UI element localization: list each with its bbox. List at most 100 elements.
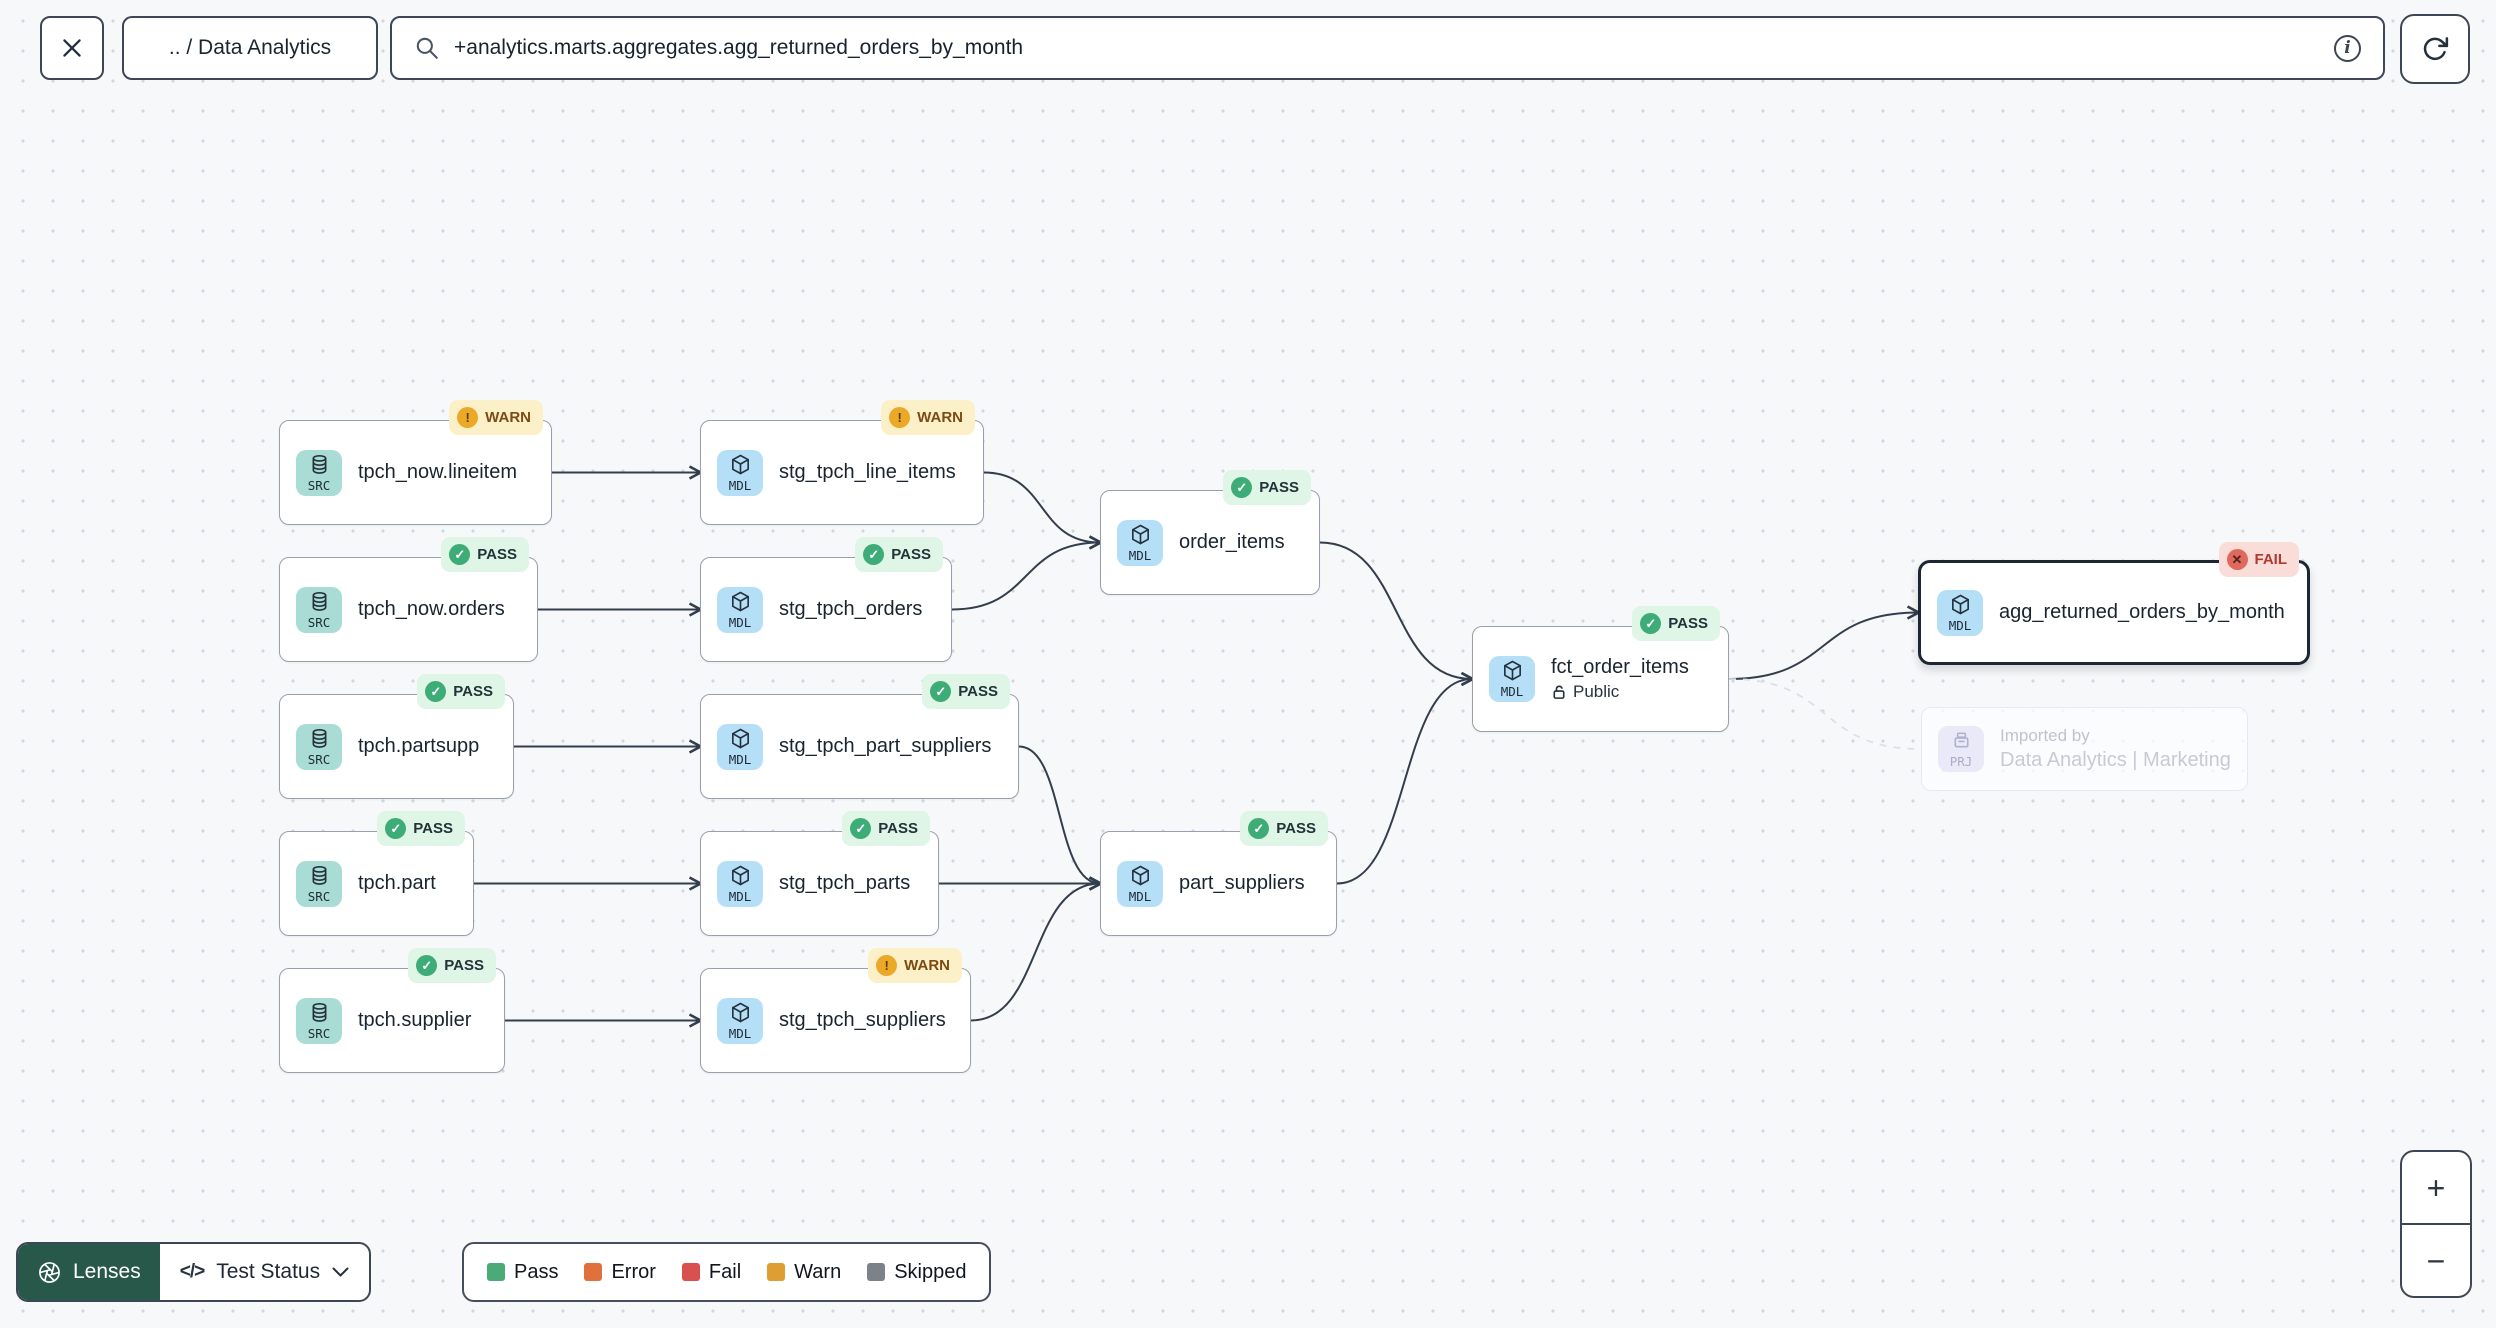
node-kind-label: MDL bbox=[1500, 684, 1524, 699]
test-status-legend: Pass Error Fail Warn Skipped bbox=[462, 1242, 992, 1302]
legend-label: Warn bbox=[794, 1260, 842, 1283]
node-kind-box: MDL bbox=[717, 997, 763, 1044]
node-kind-box: SRC bbox=[296, 997, 342, 1044]
lineage-canvas: ! WARN SRC tpch_now.lineitem! WARN MDL stg_tpc… bbox=[0, 0, 2496, 1328]
lineage-node-tpch_supplier[interactable]: ✓ PASS SRC tpch.supplier bbox=[279, 948, 505, 1073]
model-cube-icon bbox=[729, 727, 752, 753]
node-kind-label: PRJ bbox=[1949, 754, 1973, 769]
legend-label: Pass bbox=[514, 1260, 559, 1283]
lens-selector[interactable]: </> Test Status bbox=[160, 1244, 369, 1300]
model-cube-icon bbox=[729, 453, 752, 479]
legend-item-fail: Fail bbox=[681, 1261, 741, 1284]
node-text: stg_tpch_suppliers bbox=[779, 1009, 946, 1032]
node-text: Imported by Data Analytics | Marketing bbox=[2000, 726, 2231, 772]
lineage-node-order_items[interactable]: ✓ PASS MDL order_items bbox=[1100, 470, 1320, 595]
node-kind-box: MDL bbox=[717, 860, 763, 907]
lens-selected-label: Test Status bbox=[216, 1260, 321, 1283]
test-status-badge: ✓ PASS bbox=[855, 537, 943, 572]
lineage-node-tpch_now_orders[interactable]: ✓ PASS SRC tpch_now.orders bbox=[279, 537, 538, 662]
warn-status-icon: ! bbox=[889, 407, 911, 428]
lock-open-icon bbox=[1553, 685, 1565, 699]
node-text: stg_tpch_part_suppliers bbox=[779, 735, 991, 758]
lineage-node-stg_tpch_part_suppliers[interactable]: ✓ PASS MDL stg_tpch_part_suppliers bbox=[700, 674, 1019, 799]
node-kind-label: SRC bbox=[307, 888, 331, 904]
test-status-badge: ✓ PASS bbox=[922, 674, 1010, 709]
node-kind-box: MDL bbox=[717, 586, 763, 633]
node-text: stg_tpch_parts bbox=[779, 872, 910, 895]
badge-label: PASS bbox=[413, 820, 453, 837]
lineage-node-stg_tpch_suppliers[interactable]: ! WARN MDL stg_tpch_suppliers bbox=[700, 948, 971, 1073]
zoom-out-button[interactable]: − bbox=[2402, 1225, 2470, 1296]
node-kind-box: MDL bbox=[1117, 519, 1163, 566]
legend-item-skipped: Skipped bbox=[867, 1261, 966, 1284]
lenses-button[interactable]: Lenses bbox=[18, 1244, 160, 1300]
model-cube-icon bbox=[729, 1001, 752, 1027]
aperture-icon bbox=[39, 1261, 60, 1283]
badge-label: PASS bbox=[477, 546, 517, 563]
test-status-badge: ✓ PASS bbox=[408, 948, 496, 983]
legend-label: Skipped bbox=[894, 1260, 967, 1283]
badge-label: FAIL bbox=[2254, 551, 2288, 568]
node-label: stg_tpch_orders bbox=[779, 598, 923, 620]
pass-status-icon: ✓ bbox=[930, 681, 952, 702]
zoom-in-button[interactable]: + bbox=[2402, 1152, 2470, 1223]
lineage-node-fct_order_items[interactable]: ✓ PASS MDL fct_order_items Public bbox=[1472, 606, 1729, 732]
node-kind-label: MDL bbox=[1128, 888, 1152, 904]
lineage-node-tpch_part[interactable]: ✓ PASS SRC tpch.part bbox=[279, 811, 474, 936]
pass-status-icon: ✓ bbox=[1248, 818, 1270, 839]
model-cube-icon bbox=[1501, 659, 1524, 685]
legend-item-pass: Pass bbox=[487, 1261, 558, 1284]
badge-label: PASS bbox=[1276, 820, 1316, 837]
pass-status-icon: ✓ bbox=[863, 544, 885, 565]
lineage-node-agg_returned_orders_by_month[interactable]: ✕ FAIL MDL agg_returned_orders_by_month bbox=[1918, 542, 2310, 665]
node-text: tpch.part bbox=[358, 872, 436, 895]
lineage-node-stg_tpch_line_items[interactable]: ! WARN MDL stg_tpch_line_items bbox=[700, 400, 984, 525]
badge-label: PASS bbox=[878, 820, 918, 837]
model-cube-icon bbox=[729, 590, 752, 616]
node-label: agg_returned_orders_by_month bbox=[1999, 601, 2285, 623]
test-status-badge: ✓ PASS bbox=[1632, 606, 1720, 641]
model-cube-icon bbox=[729, 864, 752, 890]
lineage-edge bbox=[951, 543, 1100, 611]
test-status-badge: ! WARN bbox=[881, 400, 975, 435]
node-text: tpch_now.lineitem bbox=[358, 461, 517, 484]
pass-status-icon: ✓ bbox=[385, 818, 407, 839]
node-text: tpch.partsupp bbox=[358, 735, 479, 758]
database-icon bbox=[308, 453, 331, 479]
node-label: tpch_now.lineitem bbox=[358, 461, 517, 483]
node-label: order_items bbox=[1179, 531, 1285, 553]
project-icon bbox=[1950, 729, 1973, 755]
legend-swatch bbox=[681, 1263, 700, 1281]
lineage-node-tpch_partsupp[interactable]: ✓ PASS SRC tpch.partsupp bbox=[279, 674, 514, 799]
legend-item-error: Error bbox=[584, 1261, 656, 1284]
node-kind-box: MDL bbox=[1937, 589, 1983, 636]
lineage-node-stg_tpch_parts[interactable]: ✓ PASS MDL stg_tpch_parts bbox=[700, 811, 939, 936]
pass-status-icon: ✓ bbox=[449, 544, 471, 565]
badge-label: WARN bbox=[917, 409, 963, 426]
test-status-badge: ✓ PASS bbox=[441, 537, 529, 572]
lineage-node-stg_tpch_orders[interactable]: ✓ PASS MDL stg_tpch_orders bbox=[700, 537, 952, 662]
pass-status-icon: ✓ bbox=[1231, 477, 1253, 498]
lineage-node-tpch_now_lineitem[interactable]: ! WARN SRC tpch_now.lineitem bbox=[279, 400, 552, 525]
lineage-node-part_suppliers[interactable]: ✓ PASS MDL part_suppliers bbox=[1100, 811, 1337, 936]
test-status-badge: ✕ FAIL bbox=[2218, 542, 2299, 577]
node-label: tpch_now.orders bbox=[358, 598, 505, 620]
node-text: tpch_now.orders bbox=[358, 598, 505, 621]
zoom-controls: + − bbox=[2400, 1150, 2472, 1298]
test-status-badge: ! WARN bbox=[868, 948, 962, 983]
badge-label: PASS bbox=[891, 546, 931, 563]
test-status-badge: ✓ PASS bbox=[1240, 811, 1328, 846]
node-kind-box: MDL bbox=[717, 723, 763, 770]
node-kind-label: MDL bbox=[728, 614, 752, 630]
lineage-edge bbox=[1728, 678, 1922, 750]
node-access-label: Public bbox=[1573, 682, 1620, 701]
node-label: stg_tpch_part_suppliers bbox=[779, 735, 992, 757]
pass-status-icon: ✓ bbox=[1640, 613, 1662, 634]
lenses-control: Lenses </> Test Status bbox=[16, 1242, 372, 1302]
lineage-edge bbox=[970, 884, 1100, 1022]
node-kind-box: MDL bbox=[1117, 860, 1163, 907]
node-sublabel: Data Analytics | Marketing bbox=[2000, 749, 2231, 771]
node-text: tpch.supplier bbox=[358, 1009, 471, 1032]
chevron-down-icon bbox=[332, 1267, 349, 1276]
lineage-node-imported_by[interactable]: PRJ Imported by Data Analytics | Marketing bbox=[1921, 707, 2248, 791]
